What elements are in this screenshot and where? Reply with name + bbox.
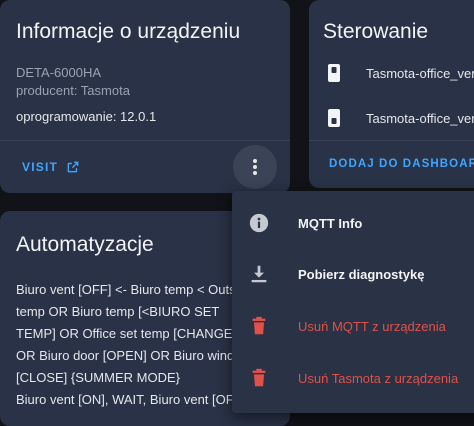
control-card: Sterowanie Tasmota-office_vent Tasmota-o… (309, 0, 474, 188)
info-icon (249, 213, 269, 233)
card-divider (309, 140, 474, 141)
light-switch-icon (328, 64, 340, 82)
automation-line[interactable]: Biuro vent [OFF] <- Biuro temp < Outside (16, 282, 253, 297)
add-to-dashboard-button[interactable]: DODAJ DO DASHBOARDU (329, 158, 474, 170)
entity-row[interactable]: Tasmota-office_vent (309, 103, 474, 133)
automation-line[interactable]: Biuro vent [ON], WAIT, Biuro vent [OFF] (16, 392, 245, 407)
menu-item-mqtt-info[interactable]: MQTT Info (232, 199, 474, 247)
visit-button[interactable]: VISIT (22, 160, 80, 174)
more-options-button[interactable] (233, 145, 277, 189)
automations-title: Automatyzacje (16, 233, 154, 256)
automation-line[interactable]: [CLOSE] {SUMMER MODE} (16, 370, 180, 385)
overflow-menu: MQTT Info Pobierz diagnostykę Usuń MQTT … (232, 191, 474, 413)
automation-line[interactable]: TEMP] OR Office set temp [CHANGED] (16, 326, 245, 341)
light-switch-icon (328, 109, 340, 127)
menu-item-label: MQTT Info (298, 215, 363, 231)
device-manufacturer: producent: Tasmota (16, 83, 130, 98)
visit-label: VISIT (22, 160, 59, 174)
card-divider (0, 140, 290, 141)
menu-item-label: Pobierz diagnostykę (298, 266, 425, 282)
menu-item-label: Usuń MQTT z urządzenia (298, 318, 446, 334)
device-model: DETA-6000HA (16, 65, 102, 80)
device-info-title: Informacje o urządzeniu (16, 20, 241, 43)
open-in-new-icon (67, 161, 79, 173)
download-icon (251, 265, 267, 283)
device-firmware: oprogramowanie: 12.0.1 (16, 109, 157, 124)
control-title: Sterowanie (323, 20, 429, 43)
menu-item-download-diagnostics[interactable]: Pobierz diagnostykę (232, 250, 474, 298)
device-info-card: Informacje o urządzeniu DETA-6000HA prod… (0, 0, 290, 193)
menu-item-remove-mqtt[interactable]: Usuń MQTT z urządzenia (232, 302, 474, 350)
automation-line[interactable]: temp OR Biuro temp [<BIURO SET (16, 304, 219, 319)
trash-icon (252, 368, 266, 387)
menu-item-label: Usuń Tasmota z urządzenia (298, 370, 459, 386)
automation-line[interactable]: OR Biuro door [OPEN] OR Biuro window (16, 348, 251, 363)
entity-name: Tasmota-office_vent (366, 65, 474, 81)
dots-vertical-icon (253, 159, 257, 175)
menu-item-remove-tasmota[interactable]: Usuń Tasmota z urządzenia (232, 354, 474, 402)
trash-icon (252, 316, 266, 335)
entity-name: Tasmota-office_vent (366, 110, 474, 126)
entity-row[interactable]: Tasmota-office_vent (309, 58, 474, 88)
